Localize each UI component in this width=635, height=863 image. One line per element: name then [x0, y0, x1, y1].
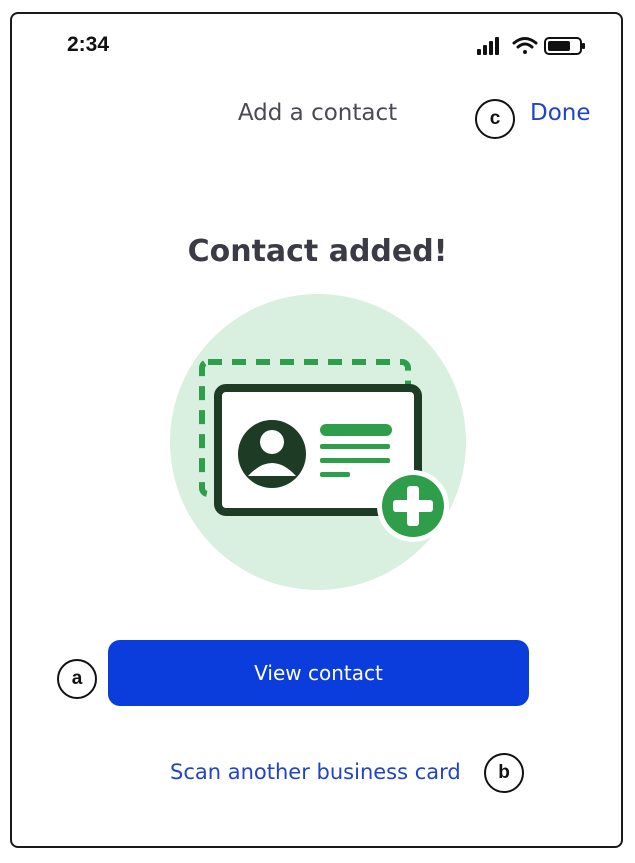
- contact-card-add-icon: [170, 294, 466, 590]
- status-time: 2:34: [67, 33, 110, 56]
- confirmation-headline: Contact added!: [187, 234, 448, 269]
- callout-marker-b: b: [484, 753, 524, 793]
- wifi-icon: [512, 37, 538, 54]
- callout-marker-a: a: [57, 659, 97, 699]
- battery-icon: [544, 37, 585, 55]
- view-contact-button[interactable]: View contact: [108, 640, 529, 706]
- status-icons: [477, 37, 585, 55]
- done-button[interactable]: Done: [530, 100, 591, 126]
- callout-marker-c: c: [475, 99, 515, 139]
- scan-another-card-link[interactable]: Scan another business card: [170, 760, 461, 784]
- cellular-signal-icon: [477, 37, 499, 55]
